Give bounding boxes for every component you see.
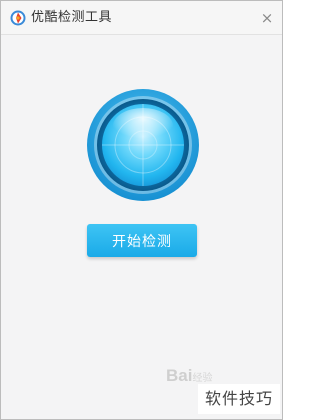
main-panel: 开始检测 <box>1 35 282 419</box>
baidu-watermark-text: Bai <box>166 366 193 385</box>
baidu-watermark: Bai经验 <box>166 366 212 386</box>
baidu-watermark-small: 经验 <box>192 373 213 384</box>
close-icon[interactable]: × <box>258 9 276 27</box>
youku-app-icon <box>10 10 26 26</box>
window-title: 优酷检测工具 <box>31 10 113 25</box>
radar-scan-icon <box>87 89 199 201</box>
start-detection-button[interactable]: 开始检测 <box>87 224 197 257</box>
title-bar[interactable]: 优酷检测工具 × <box>1 1 282 35</box>
app-window: 优酷检测工具 × 开始检测 <box>0 0 283 420</box>
watermark-caption: 软件技巧 <box>198 384 280 414</box>
